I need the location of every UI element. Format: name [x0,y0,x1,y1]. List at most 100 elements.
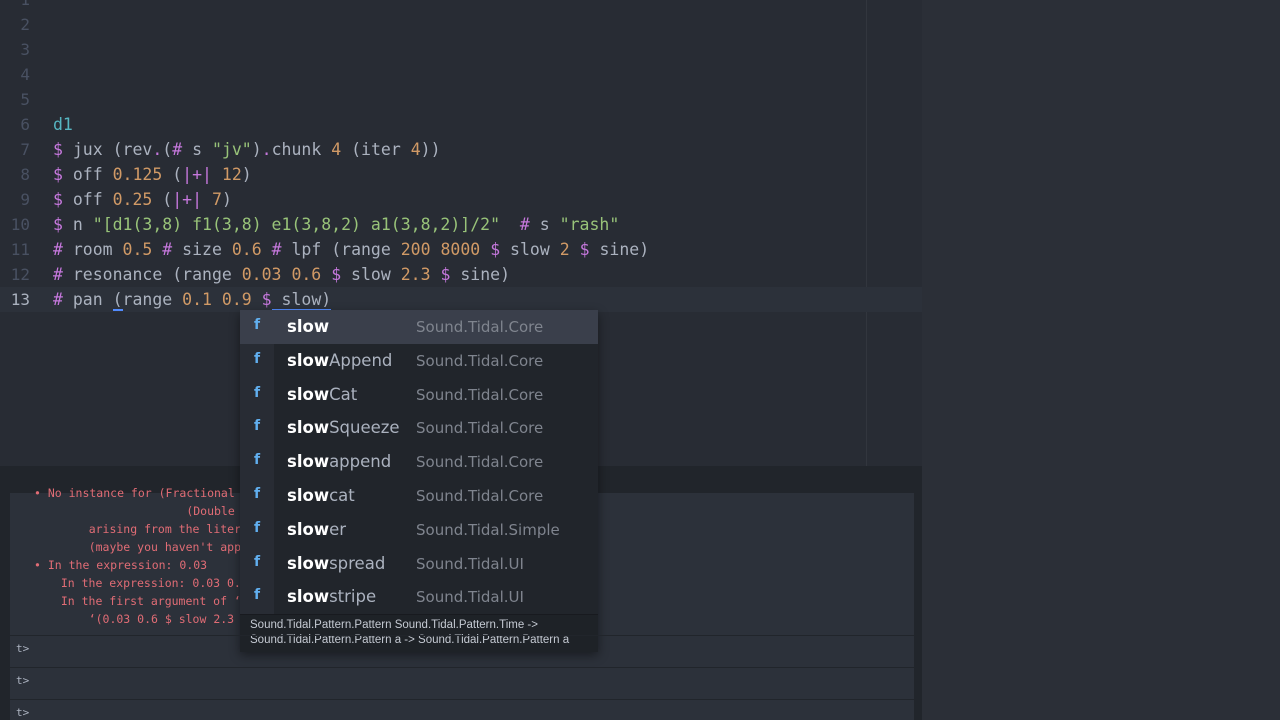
prompt-divider [10,635,914,636]
autocomplete-item[interactable]: f slower Sound.Tidal.Simple [240,512,598,547]
code-token: $ [53,165,73,184]
autocomplete-item[interactable]: f slowCat Sound.Tidal.Core [240,377,598,412]
error-line: ‘(0.03 0.6 $ slow 2.3 $ s [61,612,262,626]
code-token: lpf (range [281,240,401,259]
code-line[interactable]: 4 [0,62,922,87]
error-line: In the expression: 0.03 0.6 [47,576,248,590]
line-number: 7 [20,140,30,159]
line-number: 13 [10,290,30,309]
autocomplete-module: Sound.Tidal.Core [416,453,544,472]
code-token: . [152,140,163,159]
code-line[interactable]: 9 $ off 0.25 (|+| 7) [0,187,922,212]
code-token: (iter [341,140,411,159]
code-line[interactable]: 12 # resonance (range 0.03 0.6 $ slow 2.3… [0,262,922,287]
code-token: # [53,240,63,259]
code-token: slow) [271,290,332,311]
autocomplete-description: Sound.Tidal.Pattern.Pattern Sound.Tidal.… [240,614,598,652]
autocomplete-item-name: slower [287,513,346,547]
code-token: slow [341,265,401,284]
code-token: range [122,290,183,309]
autocomplete-item[interactable]: f slow Sound.Tidal.Core [240,310,598,344]
code-token: $ [579,240,590,259]
autocomplete-item[interactable]: f slowspread Sound.Tidal.UI [240,546,598,581]
code-line[interactable]: 3 [0,37,922,62]
right-pane [922,0,1280,720]
code-text: $ off 0.125 (|+| 12) [53,162,252,187]
code-token: $ [261,290,272,309]
autocomplete-item[interactable]: f slowstripe Sound.Tidal.UI [240,580,598,615]
code-token: $ [53,215,73,234]
repl-prompt[interactable]: t> [16,674,29,687]
code-token: # [519,215,530,234]
error-line: arising from the literal [61,522,255,536]
autocomplete-item[interactable]: f slowcat Sound.Tidal.Core [240,479,598,513]
autocomplete-popup[interactable]: Sound.Tidal.Pattern.Pattern Sound.Tidal.… [240,310,598,652]
autocomplete-item-name: slowappend [287,445,391,479]
code-token: 0.125 [112,165,163,184]
code-token: 0.5 [122,240,153,259]
autocomplete-rest: Squeeze [329,418,400,438]
code-line[interactable]: 7 $ jux (rev.(# s "jv").chunk 4 (iter 4)) [0,137,922,162]
code-line[interactable]: 5 [0,87,922,112]
code-token: 0.9 [221,290,252,309]
code-token: chunk [271,140,332,159]
repl-prompt[interactable]: t> [16,706,29,719]
code-token: 4 [331,140,342,159]
autocomplete-module: Sound.Tidal.Simple [416,520,560,539]
code-text: # resonance (range 0.03 0.6 $ slow 2.3 $… [53,262,510,287]
code-token: ( [152,190,173,209]
code-line[interactable]: 10 $ n "[d1(3,8) f1(3,8) e1(3,8,2) a1(3,8… [0,212,922,237]
code-token: sine) [589,240,650,259]
code-token: room [62,240,123,259]
repl-prompt[interactable]: t> [16,642,29,655]
code-token: n [72,215,93,234]
code-text: # pan (range 0.1 0.9 $ slow) [53,287,332,312]
code-token: 2 [559,240,570,259]
code-token: "rash" [559,215,620,234]
code-line[interactable]: 6 d1 [0,112,922,137]
line-number: 5 [20,90,30,109]
code-token: 2.3 [400,265,431,284]
autocomplete-item[interactable]: f slowSqueeze Sound.Tidal.Core [240,411,598,446]
code-line[interactable]: 11 # room 0.5 # size 0.6 # lpf (range 200… [0,237,922,262]
code-token: ( [162,165,183,184]
code-token: )) [420,140,441,159]
code-token: 0.03 [241,265,282,284]
error-line: (maybe you haven't applie [61,540,262,554]
autocomplete-item-name: slowstripe [287,580,376,614]
code-line[interactable]: 13 # pan (range 0.1 0.9 $ slow) [0,287,922,312]
code-token: jux (rev [72,140,153,159]
autocomplete-match: slow [287,587,330,607]
autocomplete-match: slow [287,519,330,539]
code-token: 4 [410,140,421,159]
code-token: 0.6 [231,240,262,259]
autocomplete-item[interactable]: f slowAppend Sound.Tidal.Core [240,343,598,378]
code-token: ) [251,140,262,159]
code-line[interactable]: 2 [0,12,922,37]
line-number: 8 [20,165,30,184]
autocomplete-module: Sound.Tidal.Core [416,351,544,370]
code-line[interactable]: 1 [0,0,922,12]
code-token: slow [500,240,560,259]
code-token: $ [53,140,73,159]
code-token: size [172,240,232,259]
autocomplete-item-name: slowspread [287,547,385,581]
code-line[interactable]: 8 $ off 0.125 (|+| 12) [0,162,922,187]
autocomplete-item[interactable]: f slowappend Sound.Tidal.Core [240,445,598,480]
line-number: 11 [10,240,30,259]
autocomplete-match: slow [287,553,330,573]
code-token: 0.1 [182,290,212,309]
code-token: 7 [212,190,222,209]
autocomplete-item-name: slowAppend [287,344,392,378]
code-token: ( [162,140,173,159]
function-type-icon: f [240,546,274,581]
code-token: $ [440,265,451,284]
function-type-icon: f [240,377,274,412]
code-text: d1 [53,112,73,137]
